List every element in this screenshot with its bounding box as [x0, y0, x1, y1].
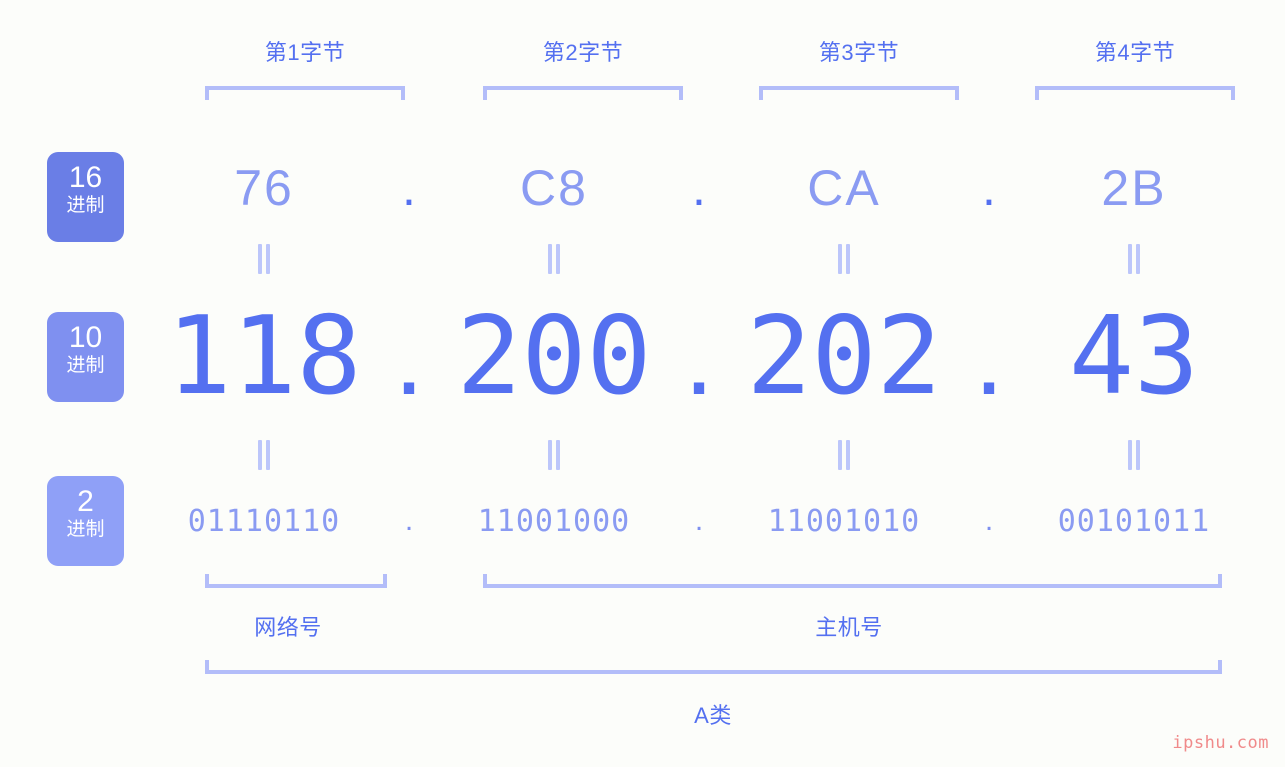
equals-spacer: [948, 440, 1030, 475]
radix-badge-decimal: 10 进制: [47, 312, 124, 402]
octet-separator: .: [402, 160, 416, 216]
equals-slot-1: [160, 244, 368, 279]
equals-spacer: [658, 440, 740, 475]
equals-slot-3: [740, 440, 948, 475]
equals-spacer: [658, 244, 740, 279]
octet-separator: .: [982, 160, 996, 216]
equals-icon: [837, 440, 851, 470]
octet-separator: .: [692, 160, 706, 216]
equals-spacer: [368, 244, 450, 279]
equals-slot-4: [1030, 440, 1238, 475]
network-portion-label: 网络号: [254, 615, 322, 640]
octet-separator: .: [694, 504, 704, 537]
equals-slot-2: [450, 244, 658, 279]
ip-address-breakdown-diagram: 第1字节 第2字节 第3字节 第4字节 16 进制 10 进制 2 进制 76 …: [0, 0, 1285, 767]
radix-badge-hexadecimal: 16 进制: [47, 152, 124, 242]
byte-bracket-4: [1035, 86, 1235, 100]
octet-separator: .: [984, 504, 994, 537]
equals-spacer: [368, 440, 450, 475]
radix-badge-number: 16: [68, 161, 103, 194]
octet-separator: .: [683, 296, 714, 417]
equals-slot-2: [450, 440, 658, 475]
equals-icon: [1127, 440, 1141, 470]
hex-octet-3: CA: [807, 160, 881, 216]
byte-header-label-1: 第1字节: [264, 40, 346, 65]
equals-icon: [257, 440, 271, 470]
hex-octet-4: 2B: [1101, 160, 1167, 216]
byte-header-label-3: 第3字节: [818, 40, 900, 65]
address-class-label: A类: [694, 703, 732, 728]
binary-octet-4: 00101011: [1057, 503, 1211, 539]
radix-badge-unit: 进制: [66, 195, 105, 216]
equals-slot-3: [740, 244, 948, 279]
equals-icon: [837, 244, 851, 274]
radix-badge-binary: 2 进制: [47, 476, 124, 566]
decimal-row: 118 . 200 . 202 . 43: [160, 296, 1255, 418]
equals-row-hex-decimal: [160, 244, 1255, 279]
binary-octet-2: 11001000: [477, 503, 631, 539]
decimal-octet-4: 43: [1068, 294, 1200, 419]
octet-separator: .: [393, 296, 424, 417]
host-portion-label: 主机号: [815, 615, 883, 640]
equals-spacer: [948, 244, 1030, 279]
site-watermark: ipshu.com: [1172, 733, 1269, 753]
hex-octet-1: 76: [234, 160, 294, 216]
equals-slot-1: [160, 440, 368, 475]
binary-octet-3: 11001010: [767, 503, 921, 539]
radix-badge-number: 2: [77, 485, 94, 518]
network-portion-bracket: [205, 574, 387, 588]
byte-bracket-3: [759, 86, 959, 100]
equals-icon: [257, 244, 271, 274]
binary-row: 01110110 . 11001000 . 11001010 . 0010101…: [160, 496, 1255, 546]
decimal-octet-3: 202: [746, 294, 942, 419]
byte-header-label-4: 第4字节: [1094, 40, 1176, 65]
byte-bracket-1: [205, 86, 405, 100]
equals-icon: [1127, 244, 1141, 274]
hex-octet-2: C8: [520, 160, 588, 216]
radix-badge-number: 10: [68, 321, 103, 354]
decimal-octet-2: 200: [456, 294, 652, 419]
byte-header-label-2: 第2字节: [542, 40, 624, 65]
decimal-octet-1: 118: [166, 294, 362, 419]
hexadecimal-row: 76 . C8 . CA . 2B: [160, 150, 1255, 226]
binary-octet-1: 01110110: [187, 503, 341, 539]
radix-badge-unit: 进制: [66, 355, 105, 376]
equals-slot-4: [1030, 244, 1238, 279]
address-class-bracket: [205, 660, 1222, 674]
byte-bracket-2: [483, 86, 683, 100]
host-portion-bracket: [483, 574, 1222, 588]
radix-badge-unit: 进制: [66, 519, 105, 540]
equals-icon: [547, 440, 561, 470]
equals-row-decimal-binary: [160, 440, 1255, 475]
equals-icon: [547, 244, 561, 274]
octet-separator: .: [404, 504, 414, 537]
octet-separator: .: [973, 296, 1004, 417]
